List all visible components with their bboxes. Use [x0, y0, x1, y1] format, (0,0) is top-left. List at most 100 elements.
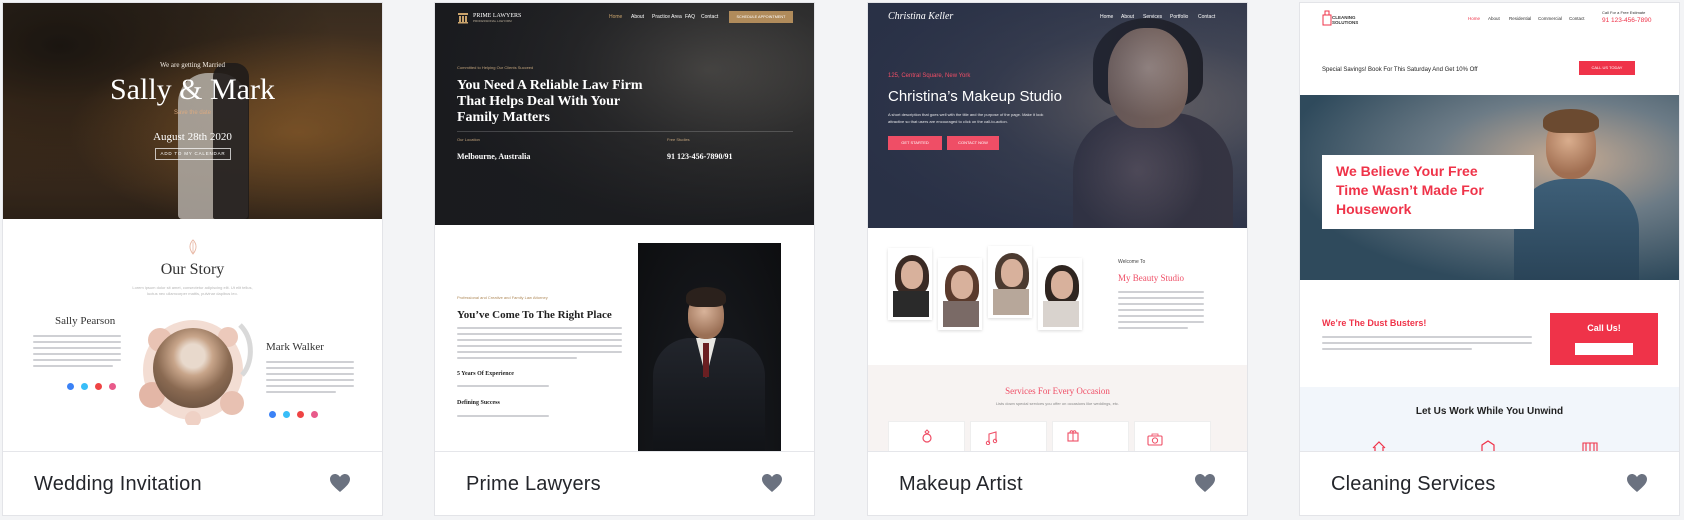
template-preview[interactable]: PRIME LAWYERS PROFESSIONAL LAW FIRM Home… [435, 3, 814, 451]
hero-text: A short description that goes well with … [888, 112, 1044, 117]
nav-item[interactable]: Contact [1569, 16, 1585, 21]
service-card[interactable] [1134, 421, 1211, 451]
template-card-lawyers[interactable]: PRIME LAWYERS PROFESSIONAL LAW FIRM Home… [434, 2, 815, 516]
card-title[interactable]: Cleaning Services [1331, 473, 1496, 496]
text-placeholder-line [33, 353, 121, 355]
text-placeholder-line [457, 345, 622, 347]
card-title[interactable]: Wedding Invitation [34, 473, 202, 496]
text-placeholder-line [457, 351, 622, 353]
template-card-makeup[interactable]: Christina Keller Home About Services Por… [867, 2, 1248, 516]
groom-name: Mark Walker [266, 341, 324, 353]
text-placeholder-line [457, 339, 622, 341]
text-placeholder-line [1322, 336, 1532, 338]
hero-heading: Housework [1336, 201, 1412, 217]
template-preview[interactable]: CLEANING SOLUTIONS Home About Residential… [1300, 3, 1679, 451]
nav-item[interactable]: About [1488, 16, 1500, 21]
bride-name: Sally Pearson [55, 315, 116, 327]
nav-item[interactable]: Home [1468, 16, 1480, 21]
nav-item[interactable]: Commercial [1538, 16, 1562, 21]
leaf-icon [189, 239, 197, 255]
portfolio-photo [938, 258, 982, 330]
nav-item[interactable]: Portfolio [1170, 14, 1188, 20]
service-card[interactable] [888, 421, 965, 451]
nav-item[interactable]: Contact [1198, 14, 1215, 20]
building-icon [1481, 440, 1495, 451]
nav-item[interactable]: Contact [701, 14, 718, 20]
service-card[interactable] [970, 421, 1047, 451]
nav-item[interactable]: About [631, 14, 644, 20]
hero-image: We Believe Your Free Time Wasn’t Made Fo… [1300, 95, 1679, 280]
twitter-icon[interactable] [283, 411, 290, 418]
facebook-icon[interactable] [67, 383, 74, 390]
nav-item[interactable]: Practice Area [652, 14, 682, 20]
twitter-icon[interactable] [81, 383, 88, 390]
card-title[interactable]: Makeup Artist [899, 473, 1023, 496]
nav-item[interactable]: About [1121, 14, 1134, 20]
text-placeholder-line [33, 341, 121, 343]
text-placeholder-line [1118, 309, 1204, 311]
template-card-wedding[interactable]: We are getting Married Sally & Mark Save… [2, 2, 383, 516]
nav-item[interactable]: Services [1143, 14, 1162, 20]
hero-heading: We Believe Your Free [1336, 163, 1478, 179]
welcome-label: Welcome To [1118, 259, 1146, 265]
camera-icon [1147, 433, 1163, 446]
phone-label: Free Studies [667, 137, 690, 142]
text-placeholder-line [1322, 342, 1532, 344]
lawyer-photo [638, 243, 781, 451]
location-value: Melbourne, Australia [457, 152, 531, 161]
nav-item[interactable]: Home [609, 14, 622, 20]
dust-busters-title: We’re The Dust Busters! [1322, 318, 1427, 328]
instagram-icon[interactable] [311, 411, 318, 418]
text-placeholder-line [457, 415, 549, 417]
text-placeholder-line [1118, 303, 1204, 305]
get-started-button[interactable]: GET STARTED [888, 136, 942, 150]
point-title: 5 Years Of Experience [457, 371, 514, 377]
text-placeholder-line [1118, 321, 1204, 323]
text-placeholder-line [457, 327, 622, 329]
template-preview[interactable]: We are getting Married Sally & Mark Save… [3, 3, 382, 451]
text-placeholder-line [33, 335, 121, 337]
instagram-icon[interactable] [109, 383, 116, 390]
template-card-cleaning[interactable]: CLEANING SOLUTIONS Home About Residential… [1299, 2, 1680, 516]
ring-icon [922, 429, 932, 443]
story-title: Our Story [160, 261, 225, 278]
service-card[interactable] [1052, 421, 1129, 451]
nav-item[interactable]: Residential [1509, 16, 1531, 21]
phone-number[interactable]: 91 123-456-7890 [1602, 17, 1652, 24]
call-us-number[interactable]: +91 123-456-7890 [1575, 343, 1633, 355]
heart-icon[interactable] [328, 471, 352, 495]
google-icon[interactable] [95, 383, 102, 390]
heart-icon[interactable] [1193, 471, 1217, 495]
text-placeholder-line [266, 385, 354, 387]
hero-text: attractive so that users are encouraged … [888, 119, 1008, 124]
gift-icon [1067, 430, 1079, 442]
factory-icon [1582, 442, 1598, 451]
text-placeholder-line [266, 379, 354, 381]
text-placeholder-line [266, 373, 354, 375]
google-icon[interactable] [297, 411, 304, 418]
template-preview[interactable]: Christina Keller Home About Services Por… [868, 3, 1247, 451]
nav-item[interactable]: Home [1100, 14, 1113, 20]
call-us-title: Call Us! [1587, 323, 1621, 333]
call-today-button[interactable]: CALL US TODAY [1579, 61, 1635, 75]
hero-kicker: Committed to Helping Our Clients Succeed [457, 65, 534, 70]
studio-title: My Beauty Studio [1118, 273, 1185, 283]
contact-now-button[interactable]: CONTACT NOW [947, 136, 999, 150]
phone-value: 91 123-456-7890/91 [667, 152, 733, 161]
hero-heading: Christina’s Makeup Studio [888, 88, 1062, 105]
heart-icon[interactable] [1625, 471, 1649, 495]
house-icon [1372, 441, 1386, 451]
nav-item[interactable]: FAQ [685, 14, 695, 20]
heart-icon[interactable] [760, 471, 784, 495]
facebook-icon[interactable] [269, 411, 276, 418]
portfolio-photo [888, 248, 932, 320]
text-placeholder-line [1118, 291, 1204, 293]
couple-name: Sally & Mark [110, 73, 275, 106]
card-title[interactable]: Prime Lawyers [466, 473, 601, 496]
appointment-button[interactable]: SCHEDULE APPOINTMENT [729, 11, 793, 23]
text-placeholder-line [266, 361, 354, 363]
section-heading: You’ve Come To The Right Place [457, 309, 612, 321]
portfolio-photo [988, 246, 1032, 318]
calendar-button[interactable]: ADD TO MY CALENDAR [155, 148, 231, 160]
call-us-box[interactable]: Call Us! +91 123-456-7890 [1550, 313, 1658, 365]
